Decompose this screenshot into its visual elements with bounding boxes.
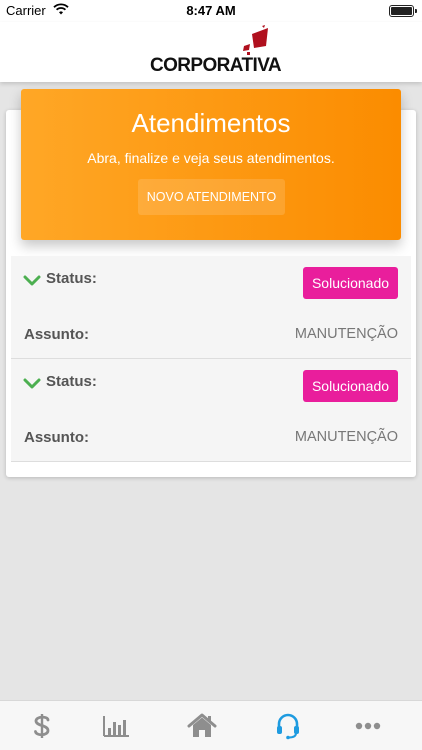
status-label: Status: [46, 373, 97, 390]
subject-value: MANUTENÇÃO [294, 429, 398, 445]
corporativa-logo: CORPORATIVA [148, 24, 282, 80]
ticket-item[interactable]: Status: Solucionado Assunto: MANUTENÇÃO [11, 256, 411, 359]
chevron-down-icon[interactable] [23, 275, 41, 287]
more-icon [355, 722, 381, 730]
tab-home[interactable] [160, 701, 244, 750]
status-time: 8:47 AM [186, 3, 236, 18]
atendimentos-banner: Atendimentos Abra, finalize e veja seus … [21, 89, 401, 240]
status-label: Status: [46, 270, 97, 287]
subject-label: Assunto: [24, 326, 89, 343]
subject-value: MANUTENÇÃO [294, 326, 398, 342]
headset-icon [277, 713, 299, 740]
app-header: CORPORATIVA [0, 22, 422, 82]
subject-label: Assunto: [24, 429, 89, 446]
battery-icon [389, 5, 417, 17]
tab-finance[interactable] [0, 701, 84, 750]
chevron-down-icon[interactable] [23, 378, 41, 390]
tab-support[interactable] [246, 701, 330, 750]
status-badge: Solucionado [303, 370, 398, 402]
banner-subtitle: Abra, finalize e veja seus atendimentos. [87, 150, 335, 166]
banner-title: Atendimentos [131, 108, 291, 138]
tab-more[interactable] [326, 701, 410, 750]
new-ticket-button[interactable]: NOVO ATENDIMENTO [138, 179, 285, 215]
dollar-icon [34, 714, 50, 738]
status-badge: Solucionado [303, 267, 398, 299]
ticket-item[interactable]: Status: Solucionado Assunto: MANUTENÇÃO [11, 359, 411, 462]
bottom-tab-bar [0, 700, 422, 750]
home-icon [187, 713, 217, 737]
tab-reports[interactable] [74, 701, 158, 750]
logo-text: CORPORATIVA [150, 55, 282, 76]
bar-chart-icon [103, 716, 129, 737]
status-bar: Carrier 8:47 AM [0, 0, 422, 22]
